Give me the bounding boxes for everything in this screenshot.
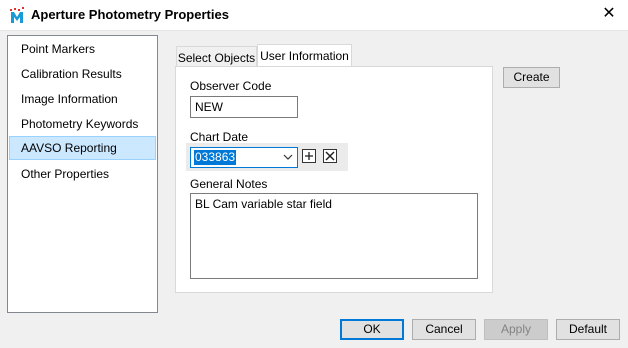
- tab-select-objects[interactable]: Select Objects: [176, 46, 257, 68]
- sidebar-item-other-properties[interactable]: Other Properties: [9, 162, 156, 186]
- sidebar-item-aavso-reporting[interactable]: AAVSO Reporting: [9, 136, 156, 160]
- default-button[interactable]: Default: [556, 319, 620, 340]
- observer-code-field[interactable]: NEW: [190, 96, 298, 118]
- remove-chart-date-button[interactable]: [323, 149, 337, 163]
- app-icon: [8, 6, 26, 24]
- sidebar-item-image-information[interactable]: Image Information: [9, 87, 156, 111]
- add-chart-date-button[interactable]: [302, 149, 316, 163]
- sidebar-item-point-markers[interactable]: Point Markers: [9, 37, 156, 61]
- plus-icon: [305, 152, 313, 160]
- observer-code-label: Observer Code: [190, 79, 272, 93]
- general-notes-field[interactable]: BL Cam variable star field: [190, 193, 478, 279]
- general-notes-label: General Notes: [190, 177, 268, 191]
- title-bar: Aperture Photometry Properties ✕: [0, 0, 628, 31]
- cancel-button[interactable]: Cancel: [412, 319, 476, 340]
- window-title: Aperture Photometry Properties: [31, 7, 229, 22]
- close-icon[interactable]: ✕: [600, 5, 618, 23]
- apply-button: Apply: [484, 319, 548, 340]
- tab-user-information[interactable]: User Information: [257, 44, 352, 68]
- chart-date-combo[interactable]: 033863: [190, 147, 298, 168]
- chevron-down-icon[interactable]: [282, 150, 294, 164]
- ok-button[interactable]: OK: [340, 319, 404, 340]
- category-list[interactable]: Point Markers Calibration Results Image …: [7, 35, 158, 313]
- create-button[interactable]: Create: [503, 67, 560, 88]
- sidebar-item-calibration-results[interactable]: Calibration Results: [9, 62, 156, 86]
- chart-date-value: 033863: [194, 150, 237, 165]
- chart-date-label: Chart Date: [190, 130, 249, 144]
- sidebar-item-photometry-keywords[interactable]: Photometry Keywords: [9, 112, 156, 136]
- x-icon: [325, 151, 335, 161]
